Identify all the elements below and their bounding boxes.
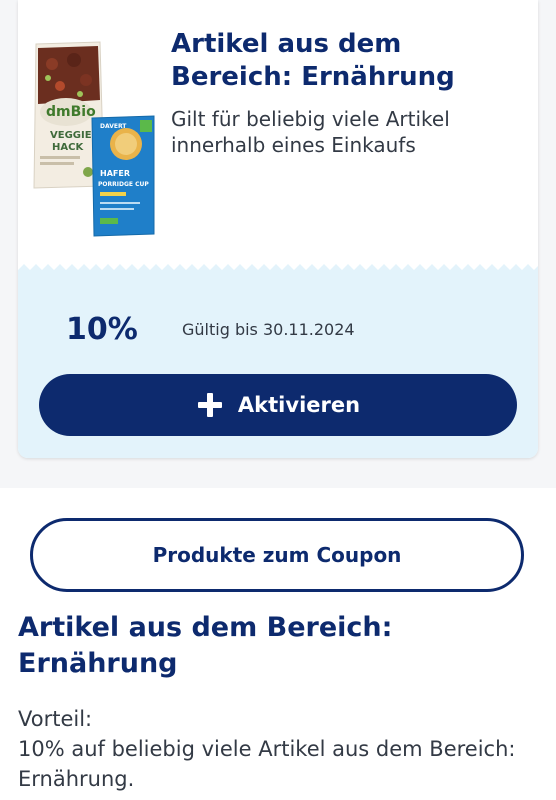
- porridge-name-1: HAFER: [100, 169, 130, 178]
- detail-title: Artikel aus dem Bereich: Ernährung: [18, 612, 393, 679]
- porridge-package: DAVERT HAFER PORRIDGE CUP: [91, 115, 155, 237]
- coupon-title: Artikel aus dem Bereich: Ernährung: [171, 29, 455, 92]
- veggie-hack-name-1: VEGGIE: [50, 130, 92, 141]
- activate-button[interactable]: Aktivieren: [39, 374, 517, 436]
- porridge-name-2: PORRIDGE CUP: [98, 181, 149, 188]
- products-button-label: Produkte zum Coupon: [152, 543, 402, 567]
- coupon-area: dmBio VEGGIE HACK DAVERT HAFER PORRIDGE …: [0, 0, 556, 488]
- coupon-card: dmBio VEGGIE HACK DAVERT HAFER PORRIDGE …: [18, 0, 538, 458]
- validity-date: Gültig bis 30.11.2024: [182, 320, 355, 339]
- veggie-hack-brand: dmBio: [46, 104, 96, 120]
- veggie-hack-name-2: HACK: [52, 142, 84, 153]
- coupon-divider: [18, 264, 538, 278]
- plus-icon: [197, 393, 222, 417]
- coupon-description: Gilt für beliebig viele Artikel innerhal…: [171, 107, 450, 157]
- discount-value: 10%: [66, 312, 138, 347]
- products-for-coupon-button[interactable]: Produkte zum Coupon: [30, 518, 524, 592]
- activate-button-label: Aktivieren: [237, 393, 361, 417]
- porridge-brand: DAVERT: [100, 123, 127, 130]
- benefit-section: Vorteil: 10% auf beliebig viele Artikel …: [18, 704, 538, 794]
- benefit-text: 10% auf beliebig viele Artikel aus dem B…: [18, 737, 516, 791]
- product-image: dmBio VEGGIE HACK DAVERT HAFER PORRIDGE …: [33, 41, 155, 237]
- benefit-label: Vorteil:: [18, 707, 93, 731]
